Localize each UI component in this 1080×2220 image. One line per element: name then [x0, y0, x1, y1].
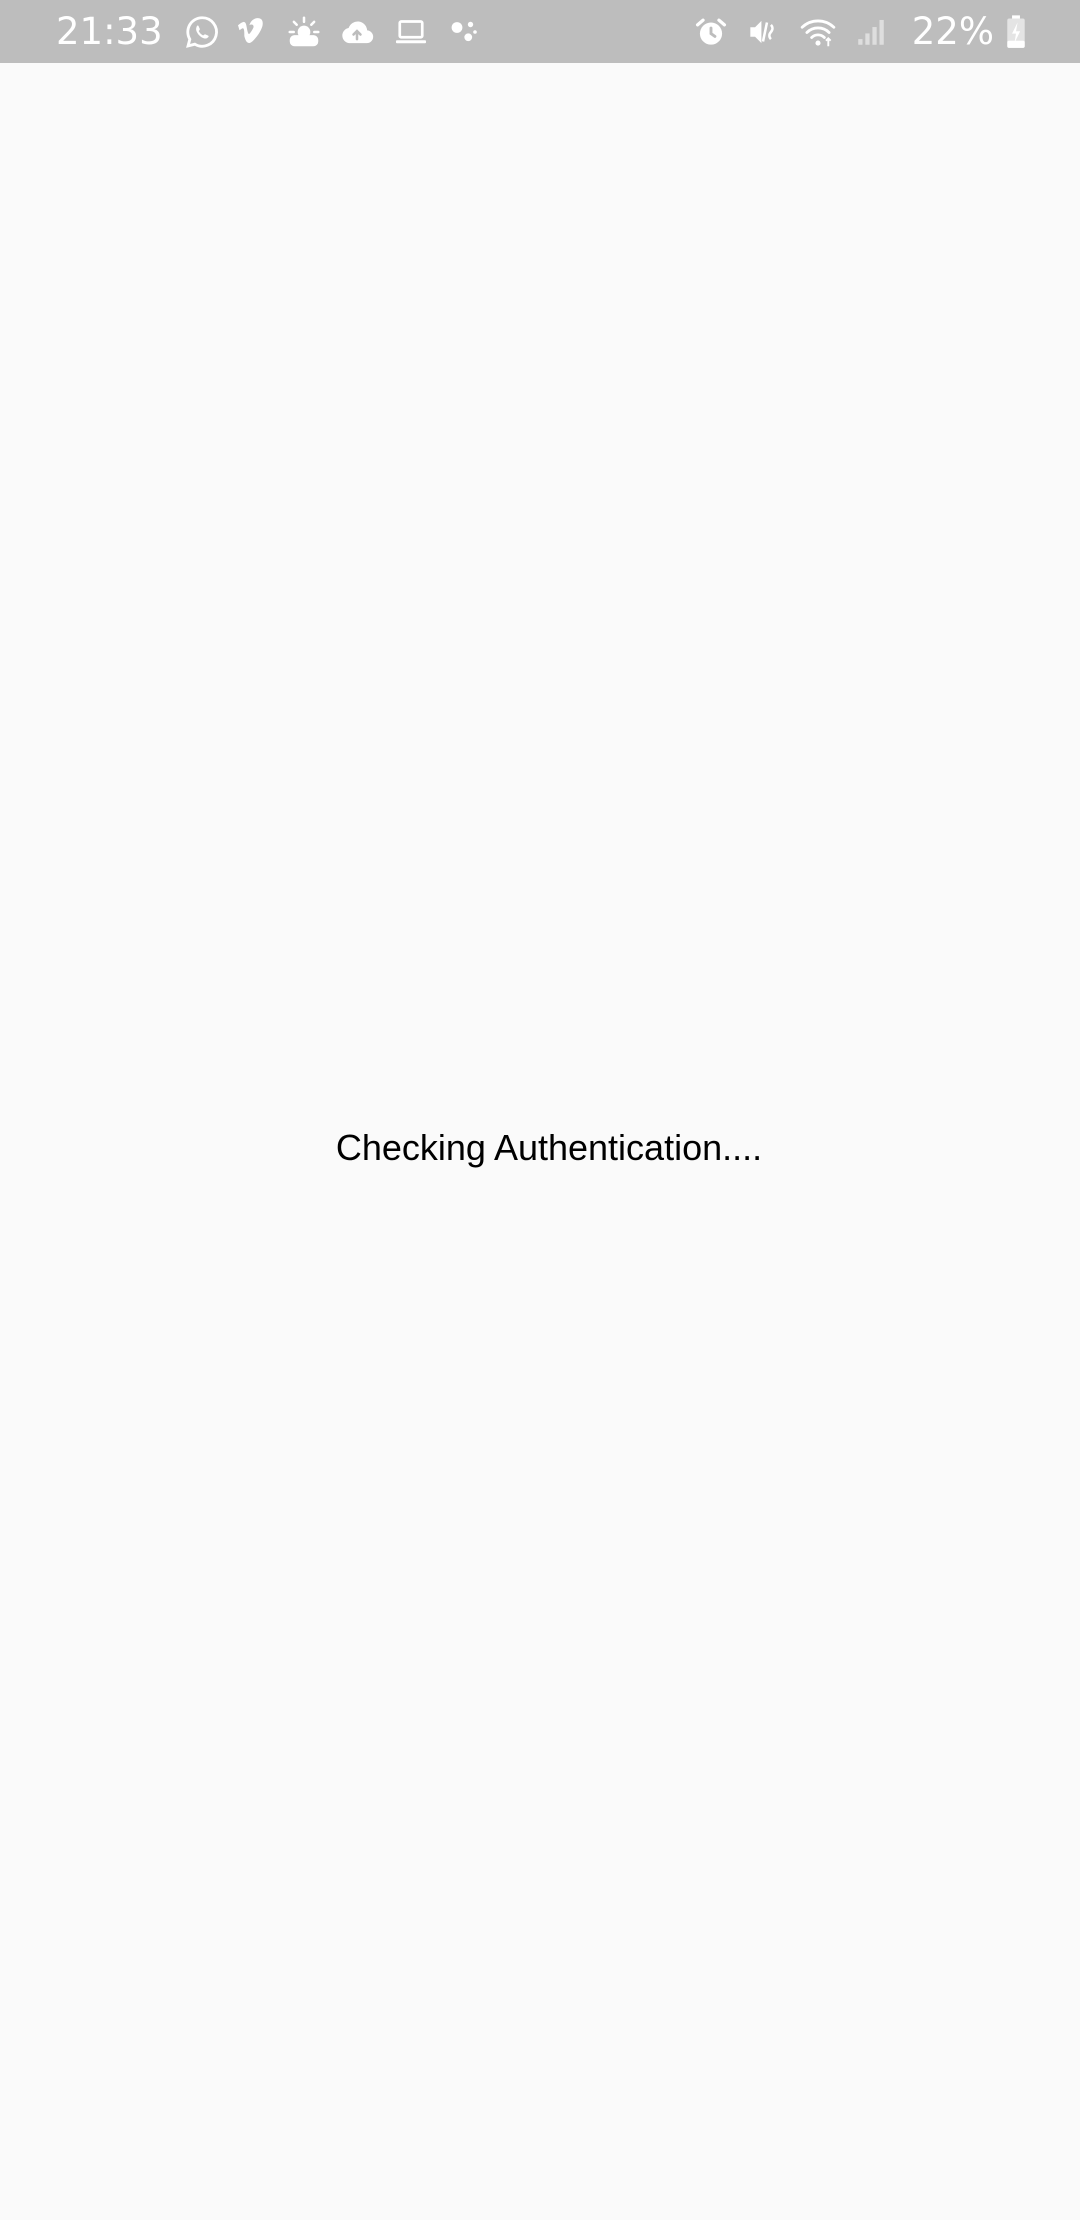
alarm-icon — [692, 0, 730, 63]
wifi-icon — [796, 0, 840, 63]
vimeo-icon — [235, 0, 271, 63]
vibrate-icon — [744, 0, 782, 63]
status-bar-right: 22% — [692, 0, 1028, 63]
app-screen: 21:33 22% Checking Authentication.... — [0, 0, 1080, 2220]
battery-percentage: 22% — [911, 10, 994, 53]
authentication-status-message: Checking Authentication.... — [335, 1126, 763, 1168]
cloud-upload-icon — [337, 0, 377, 63]
battery-charging-icon — [1004, 0, 1028, 63]
whatsapp-icon — [183, 0, 221, 63]
status-bar-left: 21:33 — [56, 0, 692, 63]
status-bar: 21:33 22% — [0, 0, 1080, 63]
status-time: 21:33 — [56, 10, 163, 53]
assistant-icon — [445, 0, 481, 63]
weather-icon — [285, 0, 323, 63]
signal-icon — [854, 0, 888, 63]
main-content: Checking Authentication.... — [0, 63, 1080, 2220]
laptop-icon — [391, 0, 431, 63]
